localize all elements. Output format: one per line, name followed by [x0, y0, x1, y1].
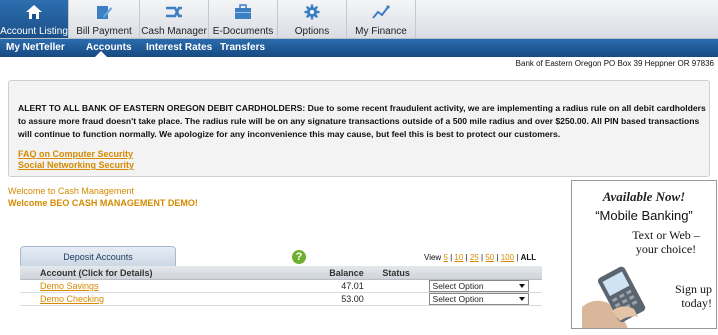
bank-address: Bank of Eastern Oregon PO Box 39 Heppner… [515, 59, 714, 68]
chevron-down-icon [518, 284, 525, 288]
top-navigation: Account Listing Bill Payment Cash Manage… [0, 0, 718, 39]
account-action-select[interactable]: Select Option [428, 293, 529, 305]
chart-line-icon [347, 0, 415, 26]
accounts-table: Account (Click for Details) Balance Stat… [20, 266, 542, 306]
column-actions [424, 266, 542, 280]
table-row: Demo Checking 53.00 Select Option [20, 292, 542, 306]
chevron-down-icon [518, 297, 525, 301]
ad-product: “Mobile Banking” [595, 208, 693, 223]
welcome-user: Welcome BEO CASH MANAGEMENT DEMO! [8, 198, 198, 208]
table-header-row: Account (Click for Details) Balance Stat… [20, 266, 542, 280]
table-row: Demo Savings 47.01 Select Option [20, 279, 542, 293]
tab-options[interactable]: Options [278, 0, 347, 38]
alert-text: ALERT TO ALL BANK OF EASTERN OREGON DEBI… [18, 103, 706, 139]
help-icon[interactable]: ? [292, 250, 306, 264]
view-all-link[interactable]: ALL [521, 253, 537, 262]
faq-computer-security-link[interactable]: FAQ on Computer Security [18, 149, 133, 159]
social-networking-security-link[interactable]: Social Networking Security [18, 160, 134, 170]
ad-call-to-action[interactable]: Sign up today! [675, 282, 712, 310]
tab-deposit-accounts[interactable]: Deposit Accounts [20, 246, 176, 267]
tab-my-finance[interactable]: My Finance [347, 0, 416, 38]
active-subnav-caret [95, 51, 107, 57]
subnav-my-netteller[interactable]: My NetTeller [6, 42, 65, 53]
tab-account-listing[interactable]: Account Listing [0, 0, 69, 38]
view-label: View [424, 253, 442, 262]
column-balance: Balance [301, 266, 368, 280]
alert-box: ALERT TO ALL BANK OF EASTERN OREGON DEBI… [8, 80, 710, 177]
column-status: Status [367, 266, 425, 280]
view-10-link[interactable]: 10 [454, 253, 463, 262]
account-status [367, 279, 425, 293]
account-link-demo-savings[interactable]: Demo Savings [40, 281, 99, 291]
account-balance: 47.01 [301, 279, 368, 293]
subnav-accounts[interactable]: Accounts [86, 42, 132, 53]
mobile-banking-ad[interactable]: Available Now! “Mobile Banking” Text or … [571, 180, 717, 329]
phone-in-hand-image [582, 266, 646, 328]
tab-e-documents[interactable]: E-Documents [209, 0, 278, 38]
tab-cash-manager[interactable]: Cash Manager [140, 0, 209, 38]
account-link-demo-checking[interactable]: Demo Checking [40, 294, 104, 304]
edocuments-icon [209, 0, 277, 26]
tab-bill-payment[interactable]: Bill Payment [69, 0, 140, 38]
subnav-interest-rates[interactable]: Interest Rates [146, 42, 212, 53]
bill-payment-icon [69, 0, 139, 26]
account-action-select[interactable]: Select Option [428, 280, 529, 292]
account-status [367, 292, 425, 306]
cash-manager-icon [140, 0, 208, 26]
view-count-selector: View 5 | 10 | 25 | 50 | 100 | ALL [424, 253, 537, 262]
account-balance: 53.00 [301, 292, 368, 306]
subnav-transfers[interactable]: Transfers [220, 42, 265, 53]
home-icon [0, 0, 68, 26]
sub-navigation: My NetTeller Accounts Interest Rates Tra… [0, 39, 718, 57]
ad-subtext: Text or Web – your choice! [632, 228, 700, 256]
column-account: Account (Click for Details) [20, 266, 302, 280]
welcome-line: Welcome to Cash Management [8, 186, 134, 196]
view-100-link[interactable]: 100 [501, 253, 514, 262]
view-25-link[interactable]: 25 [470, 253, 479, 262]
gear-icon [278, 0, 346, 26]
ad-headline: Available Now! [602, 189, 686, 204]
view-50-link[interactable]: 50 [485, 253, 494, 262]
view-5-link[interactable]: 5 [443, 253, 447, 262]
